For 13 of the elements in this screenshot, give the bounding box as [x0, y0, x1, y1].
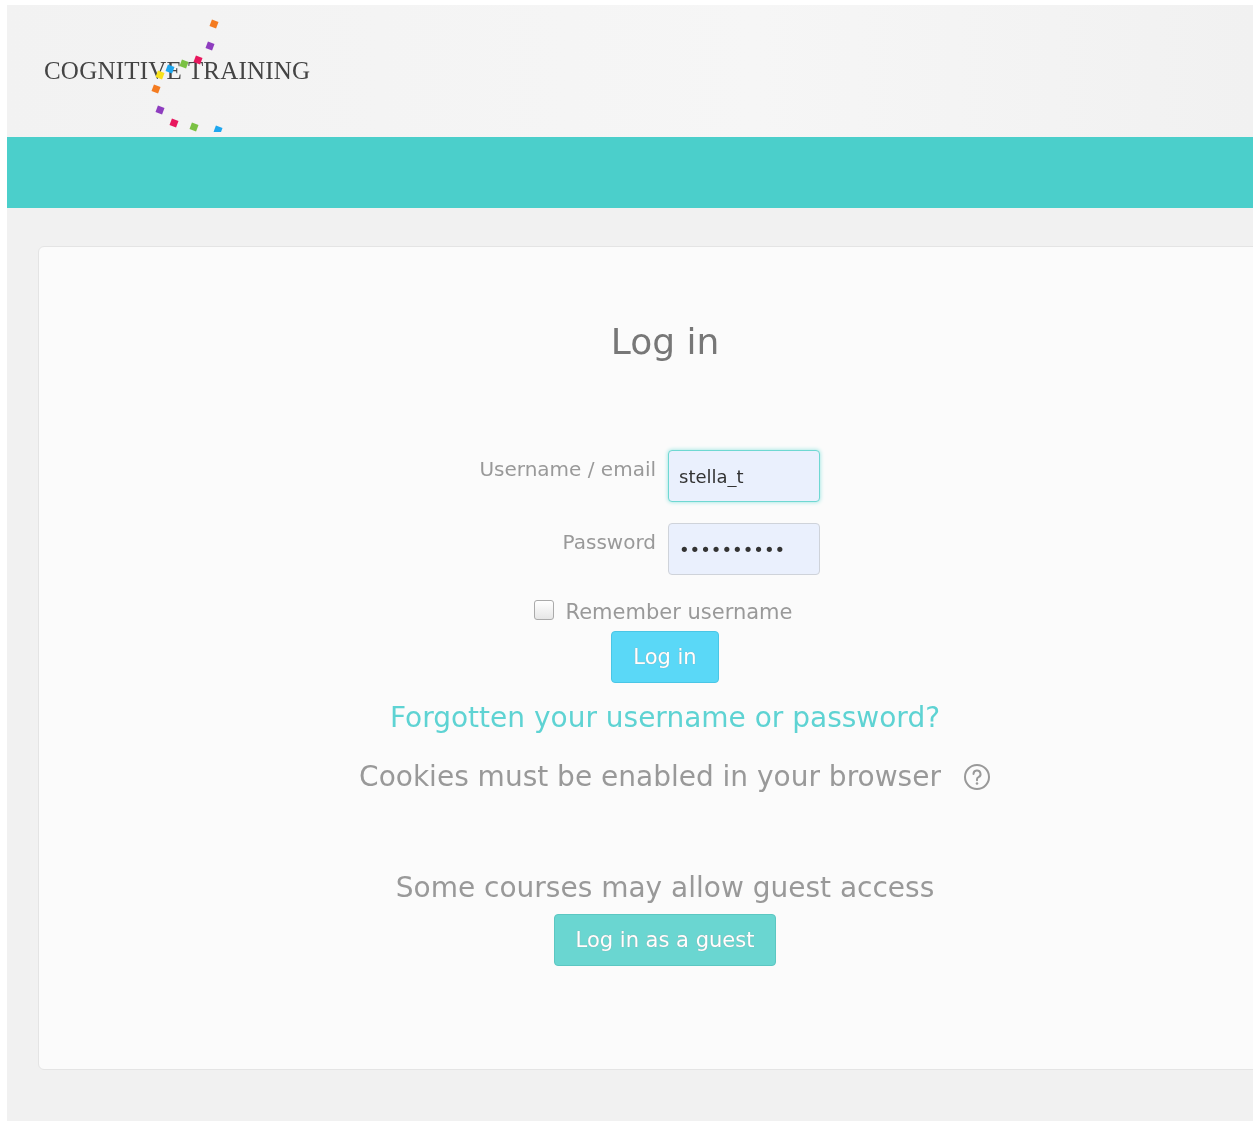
checkbox[interactable]: [533, 600, 554, 620]
guest-login-button[interactable]: Log in as a guest: [553, 914, 777, 966]
checkbox-label: Remember username: [565, 600, 793, 624]
login-button[interactable]: Log in: [611, 631, 719, 683]
cookies-note: Cookies must be enabled in your browser: [359, 760, 941, 793]
forgot-password-link[interactable]: Forgotten your username or password?: [389, 701, 941, 734]
help-icon[interactable]: [962, 762, 991, 791]
field-label: Password: [561, 530, 656, 554]
login-title: Log in: [610, 321, 720, 362]
guest-note: Some courses may allow guest access: [395, 871, 935, 904]
field-label: Username / email: [478, 457, 656, 481]
password-field[interactable]: ••••••••••: [668, 523, 820, 575]
username-field[interactable]: stella_t: [668, 450, 820, 502]
